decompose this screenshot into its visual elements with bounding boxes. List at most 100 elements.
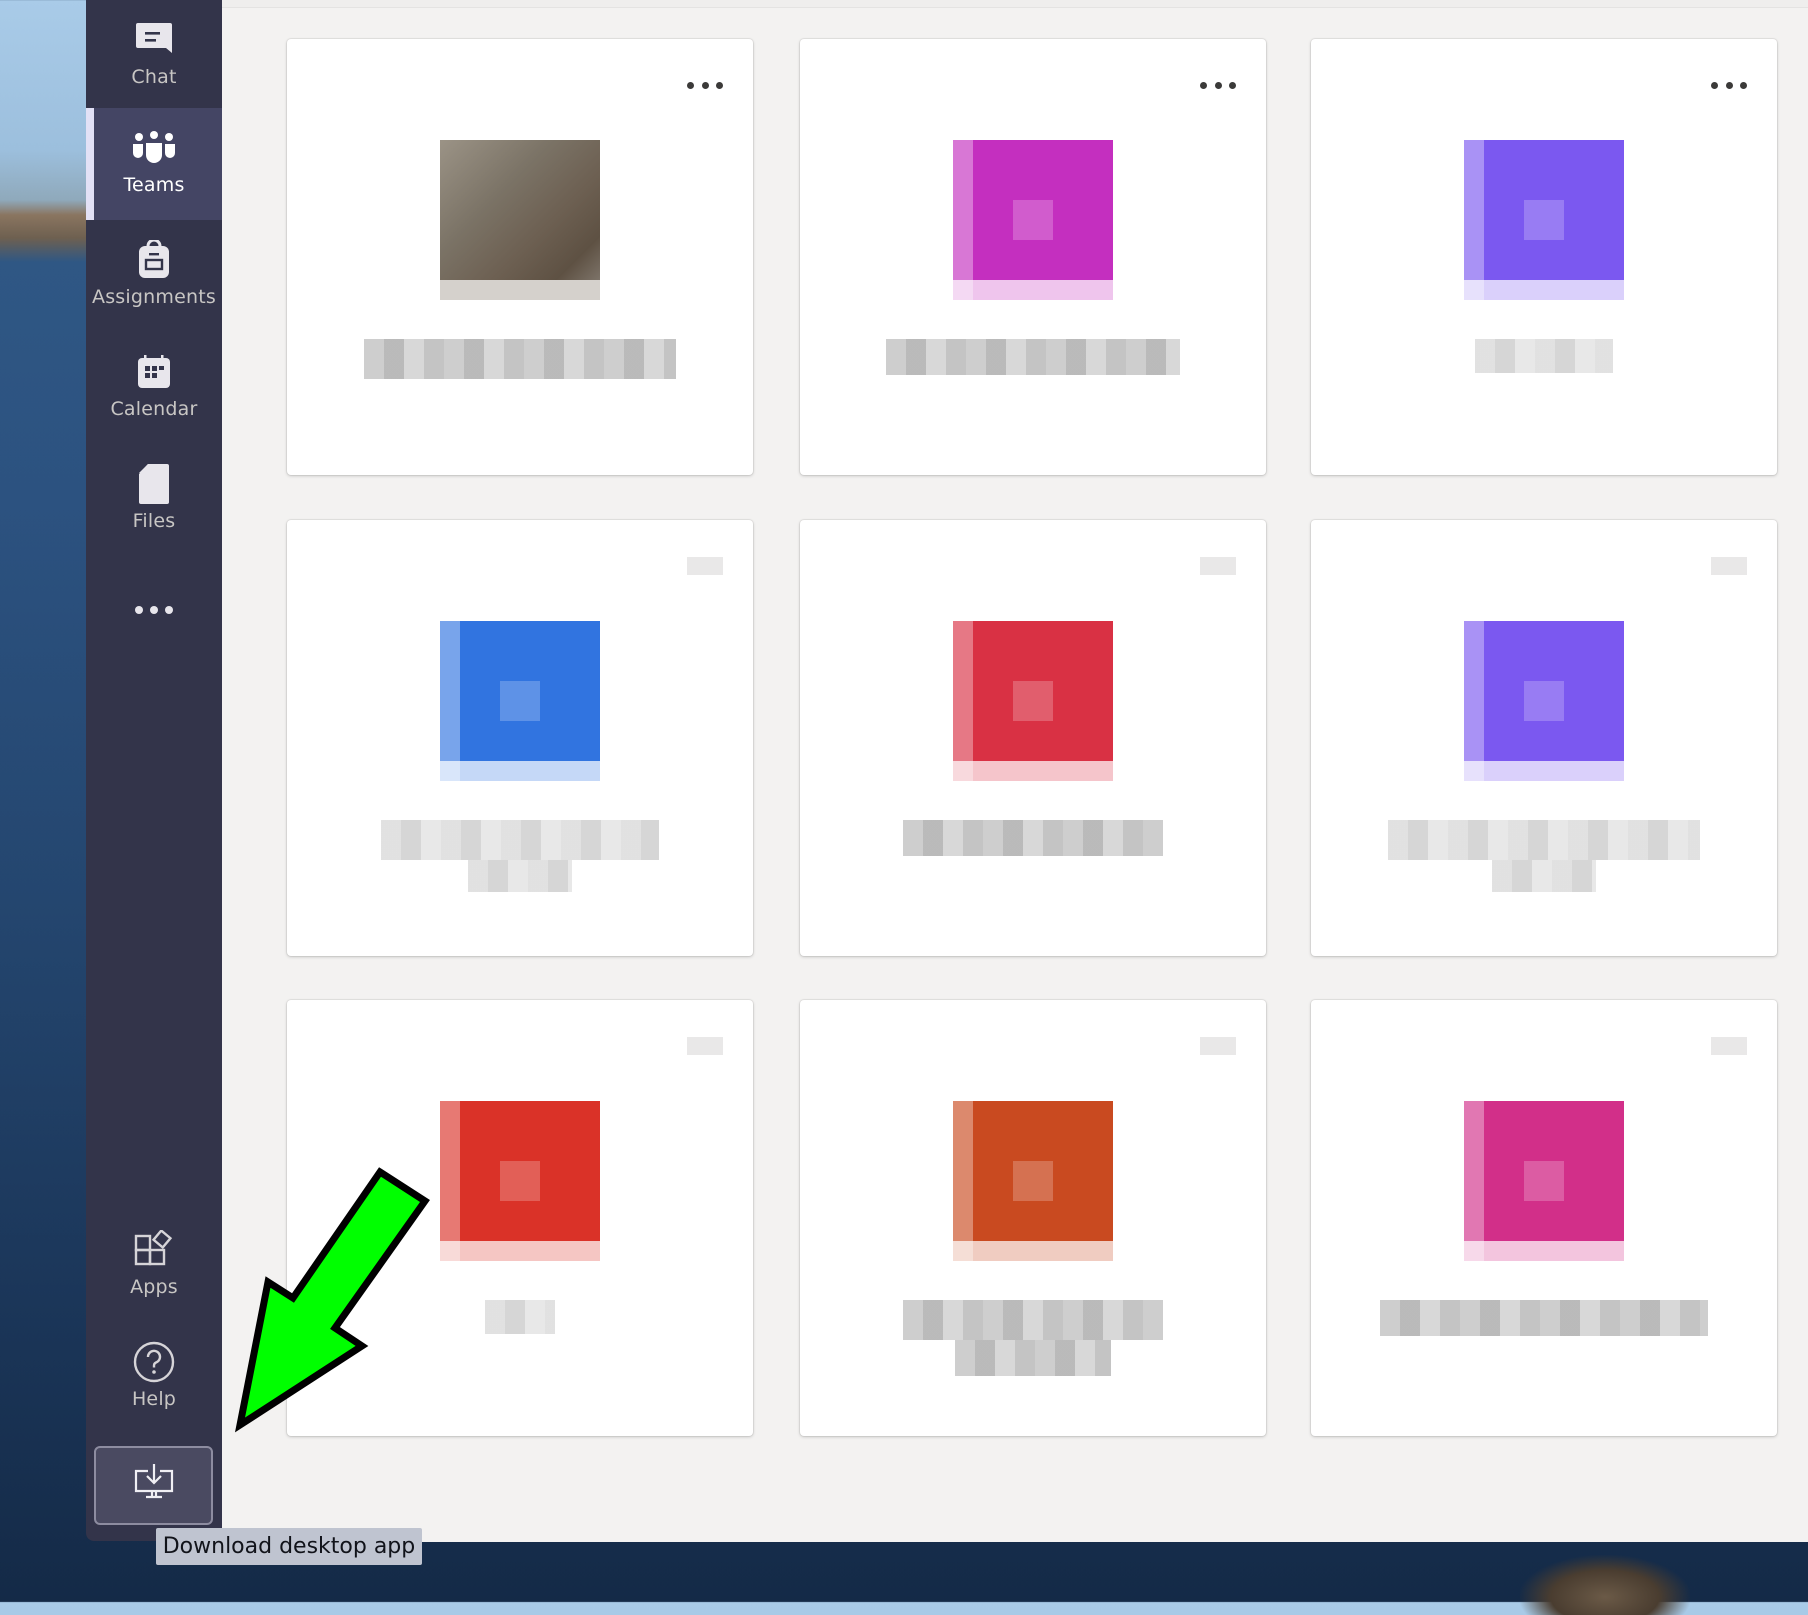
more-options-icon[interactable] <box>1711 557 1747 575</box>
more-dot <box>1711 557 1723 575</box>
more-dot <box>711 1037 723 1055</box>
team-name-redacted <box>1492 860 1596 892</box>
nav-files-label: Files <box>132 510 176 532</box>
more-dot <box>699 1037 711 1055</box>
more-dot <box>1224 1037 1236 1055</box>
more-dot <box>1735 1037 1747 1055</box>
assignments-icon <box>136 240 172 280</box>
team-name-redacted <box>485 1300 555 1334</box>
team-card[interactable] <box>800 520 1266 956</box>
nav-calendar[interactable]: Calendar <box>86 332 222 444</box>
more-options-icon[interactable] <box>1711 1037 1747 1055</box>
more-options-icon[interactable] <box>1711 77 1747 93</box>
more-dot <box>1723 557 1735 575</box>
calendar-icon <box>136 352 172 392</box>
team-name-redacted <box>1380 1300 1708 1336</box>
more-dot <box>1725 81 1733 89</box>
team-logo <box>440 140 600 300</box>
more-options-icon[interactable] <box>687 557 723 575</box>
more-dot <box>687 557 699 575</box>
header-divider <box>222 0 1808 8</box>
team-name-redacted <box>468 860 572 892</box>
team-logo-initials <box>1013 200 1053 240</box>
team-logo <box>953 621 1113 781</box>
more-dot <box>1711 1037 1723 1055</box>
team-logo <box>1464 1101 1624 1261</box>
more-apps-icon <box>134 590 174 630</box>
team-name-redacted <box>903 820 1163 856</box>
more-options-icon[interactable] <box>1200 1037 1236 1055</box>
team-card[interactable] <box>287 39 753 475</box>
nav-files[interactable]: Files <box>86 444 222 556</box>
team-card[interactable] <box>800 39 1266 475</box>
nav-apps[interactable]: Apps <box>86 1210 222 1322</box>
team-logo <box>953 140 1113 300</box>
more-dot <box>687 1037 699 1055</box>
team-logo-initials <box>1524 200 1564 240</box>
download-desktop-app-button[interactable] <box>94 1446 213 1525</box>
more-options-icon[interactable] <box>1200 77 1236 93</box>
nav-teams-label: Teams <box>123 174 185 196</box>
more-dot <box>1723 1037 1735 1055</box>
more-dot <box>1224 557 1236 575</box>
team-name-redacted <box>364 339 676 379</box>
team-logo-initials <box>1013 1161 1053 1201</box>
download-desktop-icon <box>133 1463 175 1509</box>
team-card[interactable] <box>1311 1000 1777 1436</box>
team-logo <box>1464 621 1624 781</box>
desktop-wallpaper <box>1520 1555 1690 1615</box>
nav-help[interactable]: Help <box>86 1322 222 1434</box>
nav-chat[interactable]: Chat <box>86 0 222 112</box>
team-logo-initials <box>1524 1161 1564 1201</box>
team-card[interactable] <box>287 1000 753 1436</box>
team-logo <box>953 1101 1113 1261</box>
more-dot <box>1214 81 1222 89</box>
team-logo <box>440 621 600 781</box>
team-name-redacted <box>381 820 659 860</box>
more-dot <box>711 557 723 575</box>
more-options-icon[interactable] <box>1200 557 1236 575</box>
team-name-redacted <box>1475 339 1613 373</box>
more-dot <box>1200 81 1207 89</box>
nav-calendar-label: Calendar <box>110 398 198 420</box>
more-dot <box>687 81 694 89</box>
team-name-redacted <box>955 1340 1111 1376</box>
download-tooltip: Download desktop app <box>156 1528 422 1565</box>
nav-more-apps[interactable] <box>86 560 222 660</box>
more-dot <box>1212 1037 1224 1055</box>
team-logo-initials <box>500 681 540 721</box>
team-card[interactable] <box>1311 520 1777 956</box>
nav-teams[interactable]: Teams <box>86 108 222 220</box>
more-dot <box>699 557 711 575</box>
more-dot <box>716 81 723 89</box>
more-dot <box>1735 557 1747 575</box>
teams-icon <box>132 128 176 168</box>
team-logo-initials <box>500 1161 540 1201</box>
team-logo <box>440 1101 600 1261</box>
chat-icon <box>134 20 174 60</box>
team-name-redacted <box>903 1300 1163 1340</box>
team-card[interactable] <box>287 520 753 956</box>
team-name-redacted <box>1388 820 1700 860</box>
nav-apps-label: Apps <box>130 1276 178 1298</box>
more-options-icon[interactable] <box>687 1037 723 1055</box>
app-rail: Chat Teams Assignments Calendar Files Ap… <box>86 0 222 1541</box>
team-logo-initials <box>1013 681 1053 721</box>
more-dot <box>1711 81 1718 89</box>
more-dot <box>1200 1037 1212 1055</box>
more-options-icon[interactable] <box>687 77 723 93</box>
team-logo-initials <box>1524 681 1564 721</box>
help-icon <box>133 1341 175 1383</box>
nav-help-label: Help <box>131 1388 177 1410</box>
more-dot <box>701 81 709 89</box>
more-dot <box>1200 557 1212 575</box>
apps-icon <box>134 1230 174 1270</box>
nav-chat-label: Chat <box>131 66 177 88</box>
nav-assignments[interactable]: Assignments <box>86 220 222 332</box>
team-card[interactable] <box>1311 39 1777 475</box>
nav-assignments-label: Assignments <box>92 286 216 308</box>
team-card[interactable] <box>800 1000 1266 1436</box>
more-dot <box>1740 81 1747 89</box>
teams-grid-pane <box>222 0 1808 1542</box>
more-dot <box>1229 81 1236 89</box>
